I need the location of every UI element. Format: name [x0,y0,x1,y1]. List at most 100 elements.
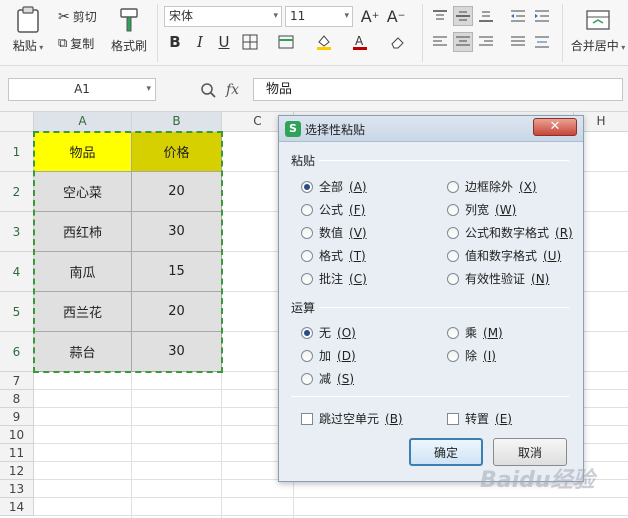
close-icon: ✕ [549,119,561,134]
row-header[interactable]: 1 [0,132,34,172]
paste-option-formats[interactable]: 格式 (T) [301,247,366,264]
cell-a1[interactable]: 物品 [34,132,132,172]
row-header[interactable]: 11 [0,444,34,462]
radio-icon[interactable] [447,203,459,216]
skip-blanks-checkbox[interactable]: 跳过空单元 (B) [301,410,403,427]
paste-option-all[interactable]: 全部 (A) [301,178,367,195]
paste-option-all-except-borders[interactable]: 边框除外 (X) [447,178,537,195]
row-header[interactable]: 4 [0,252,34,292]
underline-icon[interactable]: U [214,32,234,52]
font-color-icon[interactable]: A [350,32,370,52]
radio-icon[interactable] [447,349,459,362]
formula-input[interactable]: 物品 [253,78,623,101]
cell-b5[interactable]: 20 [132,292,222,332]
increase-font-icon[interactable]: A + [360,6,380,26]
row-header[interactable]: 9 [0,408,34,426]
col-header-a[interactable]: A [34,112,132,132]
paste-option-formulas-number-formats[interactable]: 公式和数字格式 (R) [447,224,573,241]
italic-icon[interactable]: I [190,32,210,52]
paste-button[interactable]: 粘贴 ▾ [10,6,46,54]
row-header[interactable]: 8 [0,390,34,408]
empty-cells-a[interactable] [34,372,132,518]
format-painter-button[interactable]: 格式刷 [108,6,150,54]
cell-b3[interactable]: 30 [132,212,222,252]
radio-icon[interactable] [447,249,459,262]
radio-icon[interactable] [301,249,313,262]
radio-icon[interactable] [301,272,313,285]
merge-center-button[interactable]: 合并居中 ▾ [568,6,628,54]
paste-option-values[interactable]: 数值 (V) [301,224,367,241]
radio-icon[interactable] [447,226,459,239]
radio-icon[interactable] [447,272,459,285]
align-top-icon[interactable] [430,6,450,26]
ok-button[interactable]: 确定 [409,438,483,466]
name-box[interactable]: A1 ▾ [8,78,156,101]
row-header[interactable]: 10 [0,426,34,444]
checkbox-icon[interactable] [447,412,459,425]
paste-option-column-widths[interactable]: 列宽 (W) [447,201,516,218]
operation-option-subtract[interactable]: 减 (S) [301,370,354,387]
align-left-icon[interactable] [430,32,450,52]
cell-b2[interactable]: 20 [132,172,222,212]
font-size-select[interactable]: 11 ▾ [285,6,353,27]
radio-icon[interactable] [301,372,313,385]
paste-special-dialog: S 选择性粘贴 ✕ 粘贴 全部 (A) 公式 (F) 数值 (V) 格式 (T) 批注(… [278,115,584,482]
align-middle-icon[interactable] [453,6,473,26]
row-header[interactable]: 2 [0,172,34,212]
row-header[interactable]: 3 [0,212,34,252]
fx-icon[interactable]: fx [226,82,239,98]
radio-icon[interactable] [301,180,313,193]
operation-option-add[interactable]: 加 (D) [301,347,356,364]
copy-button[interactable]: ⧉ 复制 [58,35,94,52]
cell-b6[interactable]: 30 [132,332,222,372]
cell-a2[interactable]: 空心菜 [34,172,132,212]
align-center-icon[interactable] [453,32,473,52]
cell-a6[interactable]: 蒜台 [34,332,132,372]
border-icon[interactable] [240,32,260,52]
cell-a5[interactable]: 西兰花 [34,292,132,332]
row-header[interactable]: 12 [0,462,34,480]
justify-icon[interactable] [508,32,528,52]
cell-style-icon[interactable] [276,32,296,52]
checkbox-icon[interactable] [301,412,313,425]
distributed-align-icon[interactable] [532,32,552,52]
row-header[interactable]: 13 [0,480,34,498]
paste-option-values-number-formats[interactable]: 值和数字格式 (U) [447,247,561,264]
row-header[interactable]: 14 [0,498,34,516]
row-header[interactable]: 6 [0,332,34,372]
cut-button[interactable]: ✂ 剪切 [58,8,97,25]
operation-option-none[interactable]: 无 (O) [301,324,356,341]
paste-option-comments[interactable]: 批注 (C) [301,270,367,287]
cell-a4[interactable]: 南瓜 [34,252,132,292]
radio-icon[interactable] [301,326,313,339]
zoom-icon[interactable] [200,82,216,98]
fill-color-icon[interactable] [314,32,334,52]
paste-option-validation[interactable]: 有效性验证 (N) [447,270,549,287]
radio-icon[interactable] [447,180,459,193]
paste-option-formulas[interactable]: 公式 (F) [301,201,365,218]
operation-option-divide[interactable]: 除 (I) [447,347,496,364]
indent-increase-icon[interactable] [532,6,552,26]
select-all-corner[interactable] [0,112,34,132]
cell-b1[interactable]: 价格 [132,132,222,172]
col-header-b[interactable]: B [132,112,222,132]
radio-icon[interactable] [301,349,313,362]
decrease-font-icon[interactable]: A − [386,6,406,26]
align-right-icon[interactable] [476,32,496,52]
align-bottom-icon[interactable] [476,6,496,26]
radio-icon[interactable] [447,326,459,339]
radio-icon[interactable] [301,226,313,239]
transpose-checkbox[interactable]: 转置 (E) [447,410,512,427]
font-name-select[interactable]: 宋体 ▾ [164,6,282,27]
indent-decrease-icon[interactable] [508,6,528,26]
empty-cells-b[interactable] [132,372,222,518]
cell-a3[interactable]: 西红柿 [34,212,132,252]
row-header[interactable]: 7 [0,372,34,390]
eraser-icon[interactable] [388,32,408,52]
close-button[interactable]: ✕ [533,118,577,136]
radio-icon[interactable] [301,203,313,216]
operation-option-multiply[interactable]: 乘 (M) [447,324,503,341]
cell-b4[interactable]: 15 [132,252,222,292]
row-header[interactable]: 5 [0,292,34,332]
bold-icon[interactable]: B [165,32,185,52]
